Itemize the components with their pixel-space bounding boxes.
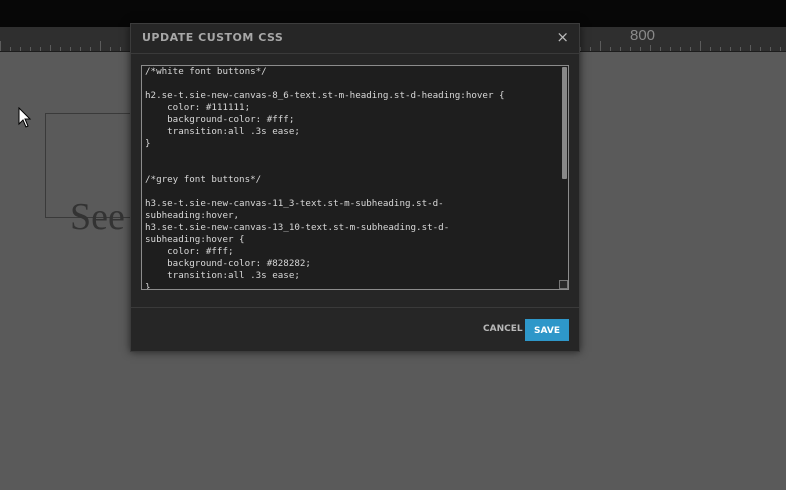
css-code-text[interactable]: /*white font buttons*/ h2.se-t.sie-new-c… xyxy=(145,66,505,289)
ruler-tick xyxy=(90,47,91,51)
ruler-tick xyxy=(620,47,621,51)
ruler-tick xyxy=(720,47,721,51)
update-custom-css-dialog: UPDATE CUSTOM CSS × /*white font buttons… xyxy=(130,23,580,352)
dialog-header: UPDATE CUSTOM CSS × xyxy=(131,24,579,54)
ruler-tick xyxy=(60,47,61,51)
ruler-tick xyxy=(580,47,581,51)
ruler-tick xyxy=(110,47,111,51)
css-code-editor[interactable]: /*white font buttons*/ h2.se-t.sie-new-c… xyxy=(141,65,569,290)
save-button[interactable]: SAVE xyxy=(525,319,569,341)
ruler-tick xyxy=(710,47,711,51)
ruler-tick xyxy=(670,47,671,51)
ruler-tick xyxy=(700,41,701,51)
close-icon[interactable]: × xyxy=(556,29,569,45)
resize-handle-icon[interactable] xyxy=(559,280,568,289)
ruler-tick xyxy=(760,47,761,51)
ruler-tick xyxy=(610,47,611,51)
ruler-tick xyxy=(50,45,51,51)
ruler-tick xyxy=(770,47,771,51)
ruler-tick xyxy=(680,47,681,51)
dialog-title: UPDATE CUSTOM CSS xyxy=(142,31,284,44)
ruler-tick xyxy=(80,47,81,51)
ruler-tick xyxy=(650,45,651,51)
ruler-tick xyxy=(120,47,121,51)
ruler-tick xyxy=(590,47,591,51)
ruler-tick xyxy=(660,47,661,51)
ruler-tick xyxy=(640,47,641,51)
ruler-tick xyxy=(10,47,11,51)
ruler-tick xyxy=(70,47,71,51)
mouse-cursor-icon xyxy=(18,107,32,128)
cancel-button[interactable]: CANCEL xyxy=(483,324,523,334)
ruler-label: 800 xyxy=(630,27,656,44)
ruler-tick xyxy=(730,47,731,51)
ruler-tick xyxy=(100,41,101,51)
ruler-tick xyxy=(600,41,601,51)
ruler-tick xyxy=(30,47,31,51)
ruler-tick xyxy=(750,45,751,51)
editor-scrollbar-thumb[interactable] xyxy=(562,67,567,179)
ruler-tick xyxy=(630,47,631,51)
ruler-tick xyxy=(740,47,741,51)
ruler-tick xyxy=(0,41,1,51)
dialog-footer: CANCEL SAVE xyxy=(131,307,579,352)
ruler-tick xyxy=(40,47,41,51)
ruler-tick xyxy=(690,47,691,51)
canvas-heading-text[interactable]: See xyxy=(70,195,125,239)
ruler-tick xyxy=(20,47,21,51)
ruler-tick xyxy=(780,47,781,51)
